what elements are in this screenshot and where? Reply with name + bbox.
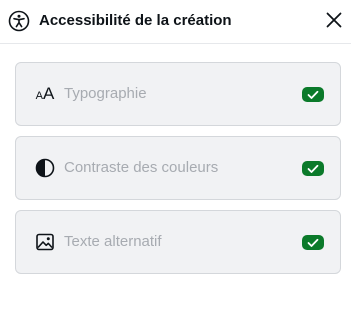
accessibility-icon [8,10,30,32]
check-passed-icon [302,161,324,176]
typography-icon: AA [35,84,55,103]
image-icon [34,231,56,253]
check-card-typography[interactable]: AA Typographie [15,62,341,126]
check-passed-icon [302,87,324,102]
contrast-icon [34,157,56,179]
close-icon [326,12,342,33]
check-passed-icon [302,235,324,250]
check-label-typography: Typographie [64,85,147,102]
check-label-contrast: Contraste des couleurs [64,159,219,176]
check-card-contrast[interactable]: Contraste des couleurs [15,136,341,200]
panel-header: Accessibilité de la création [0,0,351,44]
check-card-alt-text[interactable]: Texte alternatif [15,210,341,274]
panel-title: Accessibilité de la création [39,12,232,29]
accessibility-panel: Accessibilité de la création AA Typograp… [0,0,351,310]
check-label-alt-text: Texte alternatif [64,233,162,250]
close-button[interactable] [320,8,348,36]
